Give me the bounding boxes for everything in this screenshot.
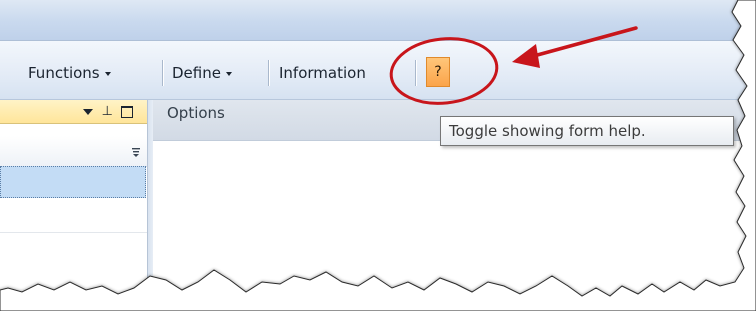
menu-define-label: Define	[172, 64, 221, 82]
table-row-selected[interactable]	[0, 166, 146, 198]
help-tooltip: Toggle showing form help.	[440, 116, 734, 146]
window-title-bar	[0, 0, 756, 41]
left-panel-column-header[interactable]	[0, 136, 147, 167]
left-panel-header: ⊥	[0, 100, 147, 124]
menu-separator	[162, 60, 164, 86]
menu-functions[interactable]: Functions	[28, 62, 111, 84]
chevron-down-icon	[225, 71, 232, 76]
help-toggle-button[interactable]: ?	[426, 57, 450, 87]
options-panel-body	[153, 141, 756, 311]
filter-icon[interactable]	[131, 147, 141, 157]
menu-information-label: Information	[279, 64, 366, 82]
maximize-icon[interactable]	[121, 105, 133, 118]
menu-bar: Functions Define Information ?	[0, 41, 756, 100]
pin-icon[interactable]: ⊥	[102, 100, 113, 123]
menu-define[interactable]: Define	[172, 62, 232, 84]
menu-functions-label: Functions	[28, 64, 100, 82]
table-row[interactable]	[0, 198, 147, 233]
dropdown-arrow-icon[interactable]	[82, 108, 93, 115]
menu-information[interactable]: Information	[279, 62, 366, 84]
chevron-down-icon	[104, 71, 111, 76]
options-panel-title: Options	[167, 104, 225, 122]
screenshot: Functions Define Information ? ⊥ Options…	[0, 0, 756, 311]
menu-separator	[268, 60, 270, 86]
menu-separator	[415, 60, 417, 86]
